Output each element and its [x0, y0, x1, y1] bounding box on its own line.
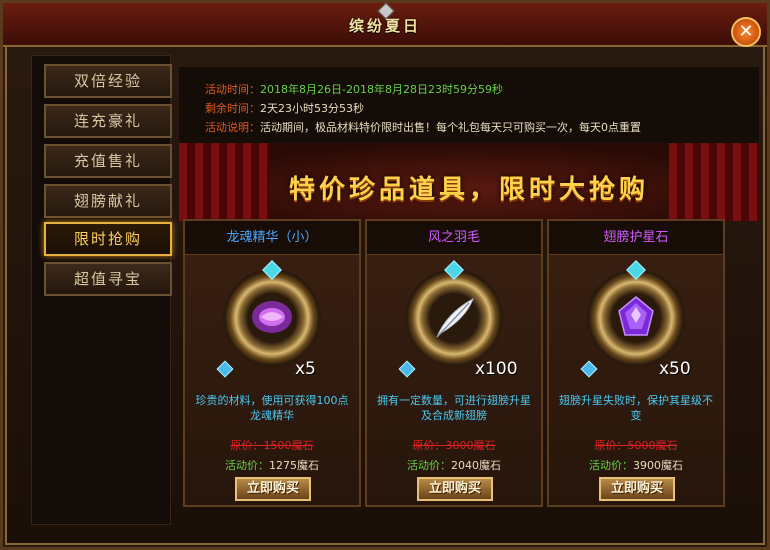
buy-now-button[interactable]: 立即购买	[417, 477, 493, 501]
original-price: 原价：3000魔石	[412, 439, 496, 452]
item-name: 龙魂精华（小）	[185, 221, 359, 255]
sale-price: 活动价：3900魔石	[549, 457, 723, 473]
original-price: 原价：5000魔石	[594, 439, 678, 452]
title-bar: 缤纷夏日 ✕	[3, 2, 767, 47]
tab-recharge-sale[interactable]: 充值售礼	[44, 144, 172, 178]
event-window: 缤纷夏日 ✕ 双倍经验 连充豪礼 充值售礼 翅膀献礼 限时抢购 超值寻宝 活动时…	[0, 0, 770, 550]
sale-price-label: 活动价：	[407, 459, 451, 472]
item-name: 风之羽毛	[367, 221, 541, 255]
original-price: 原价：1500魔石	[230, 439, 314, 452]
sidebar: 双倍经验 连充豪礼 充值售礼 翅膀献礼 限时抢购 超值寻宝	[31, 55, 172, 525]
tab-double-exp[interactable]: 双倍经验	[44, 64, 172, 98]
item-card: 翅膀护星石 x50 翅膀升星失败时，保护其星级不变 原价：5000魔石 活动价：…	[547, 219, 725, 507]
event-desc-row: 活动说明：活动期间，极品材料特价限时出售！每个礼包每天只可购买一次，每天0点重置	[205, 119, 641, 135]
item-description: 翅膀升星失败时，保护其星级不变	[559, 394, 713, 422]
event-desc-value: 活动期间，极品材料特价限时出售！每个礼包每天只可购买一次，每天0点重置	[260, 121, 641, 134]
item-quantity: x50	[659, 359, 691, 379]
sale-price-value: 3900魔石	[633, 459, 683, 472]
dragon-soul-crystal-icon	[252, 301, 292, 333]
event-time-value: 2018年8月26日-2018年8月28日23时59分59秒	[260, 83, 503, 96]
buy-now-button[interactable]: 立即购买	[235, 477, 311, 501]
promo-banner: 特价珍品道具，限时大抢购	[179, 143, 759, 221]
sale-price-value: 1275魔石	[269, 459, 319, 472]
wing-protect-star-stone-icon	[618, 296, 654, 336]
tab-recharge-gift[interactable]: 连充豪礼	[44, 104, 172, 138]
item-card: 风之羽毛 x100 拥有一定数量，可进行翅膀升星及合成新翅膀 原价：3000魔石…	[365, 219, 543, 507]
tab-limited-sale[interactable]: 限时抢购	[44, 222, 172, 256]
remaining-time-label: 剩余时间：	[205, 102, 260, 115]
sale-price-value: 2040魔石	[451, 459, 501, 472]
sale-price: 活动价：1275魔石	[185, 457, 359, 473]
gem-bottom-icon	[216, 360, 234, 378]
remaining-time-value: 2天23小时53分53秒	[260, 102, 364, 115]
gem-bottom-icon	[580, 360, 598, 378]
close-button[interactable]: ✕	[731, 17, 761, 47]
sale-price-label: 活动价：	[225, 459, 269, 472]
item-card: 龙魂精华（小） x5 珍贵的材料，使用可获得100点龙魂精华 原价：1500魔石…	[183, 219, 361, 507]
item-quantity: x5	[295, 359, 316, 379]
event-time-row: 活动时间：2018年8月26日-2018年8月28日23时59分59秒	[205, 81, 503, 97]
item-description: 珍贵的材料，使用可获得100点龙魂精华	[195, 394, 349, 422]
gem-bottom-icon	[398, 360, 416, 378]
banner-title: 特价珍品道具，限时大抢购	[288, 175, 649, 205]
wind-feather-icon	[436, 297, 474, 338]
window-title: 缤纷夏日	[348, 17, 421, 35]
event-info: 活动时间：2018年8月26日-2018年8月28日23时59分59秒 剩余时间…	[179, 67, 759, 143]
item-description: 拥有一定数量，可进行翅膀升星及合成新翅膀	[377, 394, 531, 422]
sale-price: 活动价：2040魔石	[367, 457, 541, 473]
sale-price-label: 活动价：	[589, 459, 633, 472]
tab-wing-gift[interactable]: 翅膀献礼	[44, 184, 172, 218]
tab-treasure-hunt[interactable]: 超值寻宝	[44, 262, 172, 296]
item-name: 翅膀护星石	[549, 221, 723, 255]
item-quantity: x100	[475, 359, 518, 379]
event-desc-label: 活动说明：	[205, 121, 260, 134]
buy-now-button[interactable]: 立即购买	[599, 477, 675, 501]
remaining-time-row: 剩余时间：2天23小时53分53秒	[205, 100, 364, 116]
event-time-label: 活动时间：	[205, 83, 260, 96]
